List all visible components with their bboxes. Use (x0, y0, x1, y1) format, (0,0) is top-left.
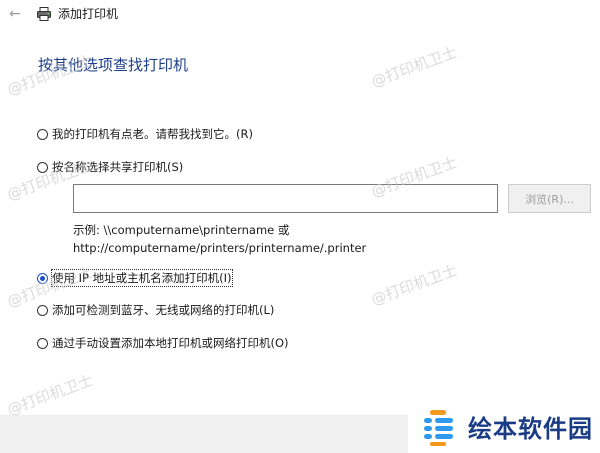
option-label: 使用 IP 地址或主机名添加打印机(I) (51, 269, 233, 287)
radio-manual-local-or-network[interactable] (37, 337, 48, 349)
option-printer-old[interactable]: 我的打印机有点老。请帮我找到它。(R) (37, 126, 253, 142)
watermark: @打印机卫士 (368, 261, 460, 309)
radio-printer-old[interactable] (37, 128, 48, 140)
example-line-1: 示例: \\computername\printername 或 (73, 223, 290, 237)
option-manual-local-or-network[interactable]: 通过手动设置添加本地打印机或网络打印机(O) (37, 335, 289, 351)
watermark: @打印机卫士 (4, 371, 96, 419)
option-label: 添加可检测到蓝牙、无线或网络的打印机(L) (52, 303, 275, 317)
option-label: 我的打印机有点老。请帮我找到它。(R) (52, 127, 253, 141)
back-button[interactable]: ← (6, 5, 24, 23)
logo-mark-icon (424, 409, 453, 446)
option-ip-or-hostname[interactable]: 使用 IP 地址或主机名添加打印机(I) (37, 269, 233, 287)
back-arrow-icon: ← (9, 6, 21, 22)
option-label: 按名称选择共享打印机(S) (52, 160, 184, 174)
window-title: 添加打印机 (58, 7, 119, 21)
shared-printer-name-input[interactable] (73, 184, 498, 213)
radio-bluetooth-wireless-network[interactable] (37, 304, 48, 316)
radio-select-shared-by-name[interactable] (37, 161, 48, 173)
option-bluetooth-wireless-network[interactable]: 添加可检测到蓝牙、无线或网络的打印机(L) (37, 302, 274, 318)
radio-ip-or-hostname[interactable] (37, 272, 48, 284)
watermark: @打印机卫士 (368, 43, 460, 91)
option-label: 通过手动设置添加本地打印机或网络打印机(O) (52, 336, 289, 350)
option-select-shared-by-name[interactable]: 按名称选择共享打印机(S) (37, 159, 183, 175)
site-logo: 绘本软件园 (408, 400, 600, 453)
title-bar: ← 添加打印机 (0, 0, 600, 30)
browse-button[interactable]: 浏览(R)... (508, 184, 591, 213)
example-text: 示例: \\computername\printername 或 http://… (73, 221, 366, 257)
logo-text: 绘本软件园 (468, 415, 593, 443)
page-heading: 按其他选项查找打印机 (38, 56, 189, 74)
printer-icon (37, 7, 51, 21)
example-line-2: http://computername/printers/printername… (73, 241, 367, 255)
